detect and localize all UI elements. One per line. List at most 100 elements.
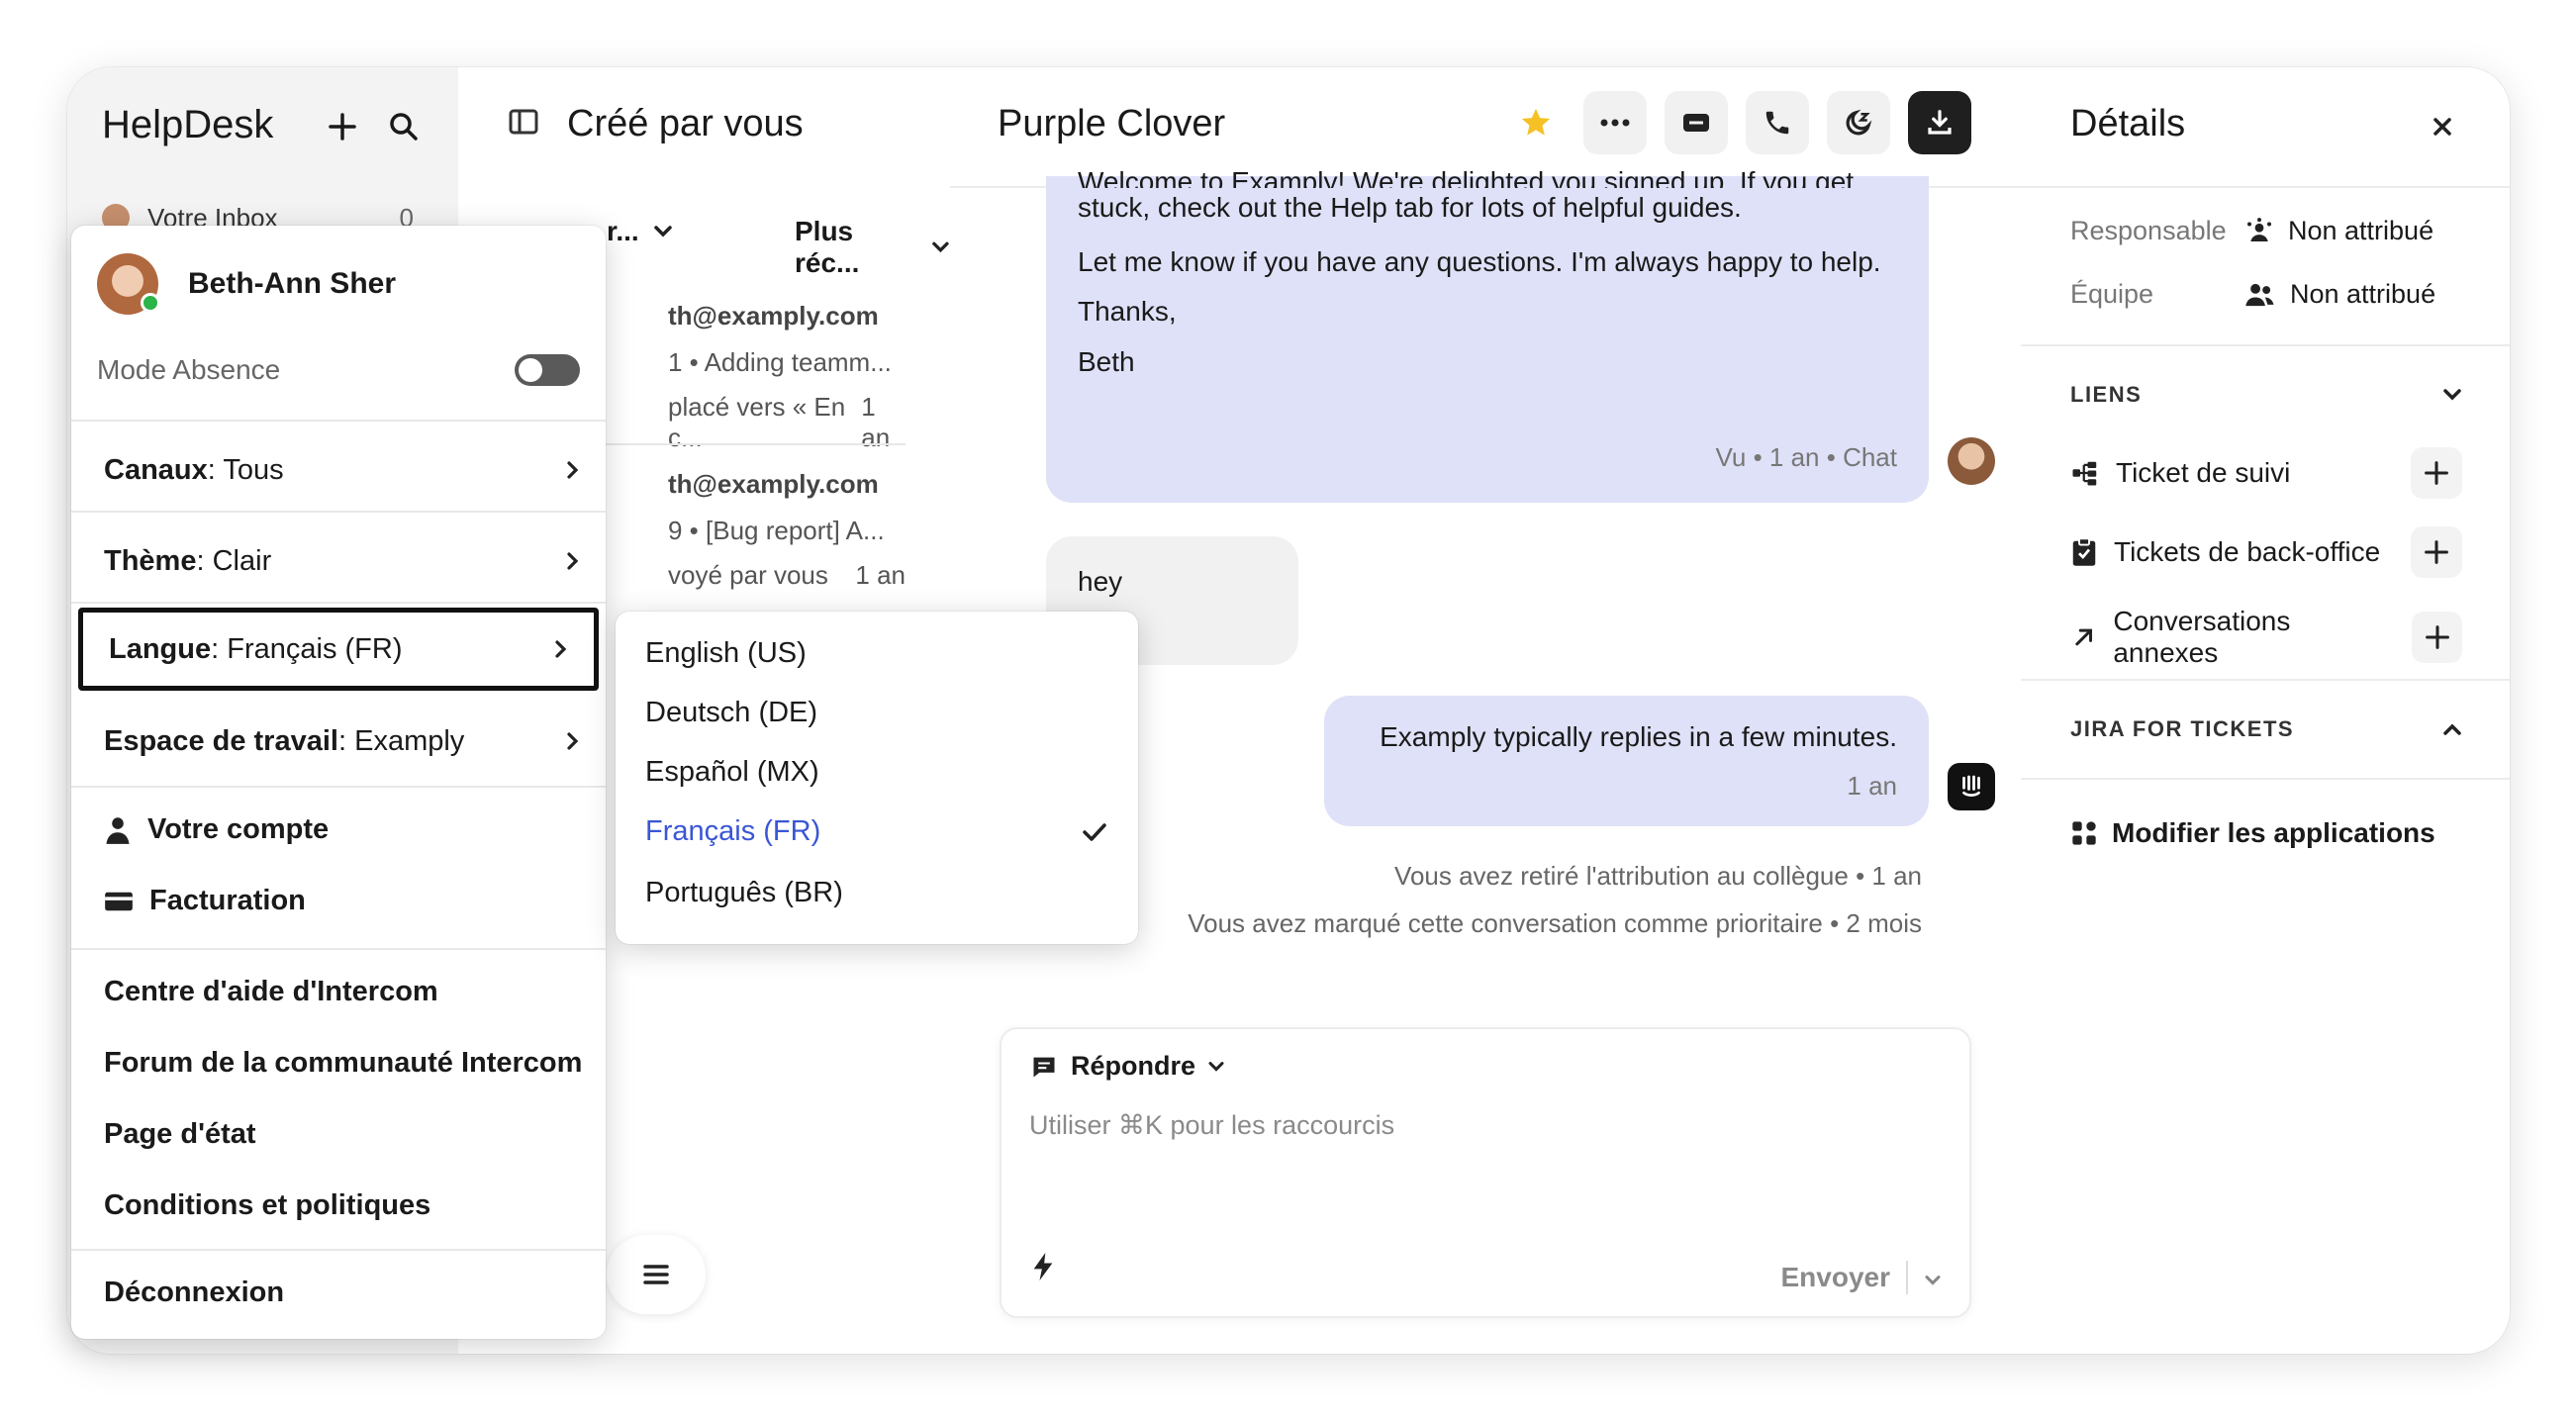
away-mode-label: Mode Absence — [97, 354, 281, 385]
message-text: Examply typically replies in a few minut… — [1380, 721, 1897, 752]
jira-section-header[interactable]: JIRA FOR TICKETS — [2070, 716, 2462, 742]
language-option-label: Español (MX) — [645, 756, 819, 788]
message-text: stuck, check out the Help tab for lots o… — [1078, 192, 1742, 223]
filter-sort[interactable]: Plus réc... — [795, 216, 950, 279]
language-option-en-us[interactable]: English (US) — [645, 637, 1108, 670]
jira-section-title: JIRA FOR TICKETS — [2070, 716, 2295, 741]
new-conversation-button[interactable] — [323, 107, 362, 146]
reply-composer: Répondre Utiliser ⌘K pour les raccourcis… — [1000, 1027, 1971, 1318]
assignee-row[interactable]: Responsable Non attribué — [2070, 216, 2480, 246]
online-status-dot — [141, 293, 160, 313]
checkmark-icon — [1083, 822, 1106, 841]
menu-item-community-forum[interactable]: Forum de la communauté Intercom — [104, 1047, 582, 1080]
intercom-logo-icon — [1962, 775, 1980, 797]
reply-mode-label: Répondre — [1071, 1051, 1196, 1081]
close-details-button[interactable] — [2423, 107, 2462, 146]
team-row[interactable]: Équipe Non attribué — [2070, 279, 2480, 310]
billing-label: Facturation — [149, 885, 306, 916]
message-outgoing-auto: Examply typically replies in a few minut… — [1324, 696, 1929, 826]
menu-item-language[interactable]: Langue: Français (FR) — [78, 608, 599, 691]
list-item-subject: 9 • [Bug report] A... — [668, 516, 885, 545]
menu-item-your-account[interactable]: Votre compte — [104, 813, 329, 846]
plus-icon — [2425, 540, 2448, 564]
close-conversation-button[interactable] — [1908, 91, 1971, 154]
message-text: Thanks, — [1078, 296, 1177, 328]
chevron-down-icon — [653, 226, 672, 237]
menu-item-channels[interactable]: Canaux: Tous — [104, 445, 580, 495]
chevron-right-icon — [555, 640, 567, 658]
your-account-label: Votre compte — [147, 813, 330, 845]
plus-icon — [2425, 625, 2449, 649]
credit-card-icon — [105, 892, 133, 910]
chevron-down-icon — [1208, 1061, 1224, 1072]
sidebar-toggle-button[interactable] — [508, 106, 539, 142]
more-options-button[interactable] — [1583, 91, 1647, 154]
agent-avatar — [1948, 437, 1995, 485]
composer-input[interactable]: Utiliser ⌘K pour les raccourcis — [1029, 1110, 1394, 1141]
send-button[interactable]: Envoyer — [1781, 1262, 1891, 1293]
call-button[interactable] — [1746, 91, 1809, 154]
menu-item-status-page[interactable]: Page d'état — [104, 1118, 256, 1151]
link-label: Conversations annexes — [2113, 606, 2291, 668]
menu-item-terms-policies[interactable]: Conditions et politiques — [104, 1189, 430, 1222]
menu-item-logout[interactable]: Déconnexion — [104, 1277, 284, 1309]
star-button[interactable] — [1506, 91, 1566, 154]
send-options-button[interactable] — [1924, 1262, 1942, 1293]
link-label: Ticket de suivi — [2116, 457, 2291, 488]
reply-mode-selector[interactable]: Répondre — [1029, 1051, 1225, 1082]
away-mode-toggle[interactable] — [515, 354, 580, 386]
add-back-office-ticket-button[interactable] — [2411, 526, 2462, 578]
list-item-subject: 1 • Adding teamm... — [668, 347, 892, 377]
clipboard-check-icon — [2072, 537, 2096, 566]
hamburger-icon — [643, 1265, 669, 1284]
language-submenu: English (US) Deutsch (DE) Español (MX) F… — [616, 612, 1138, 944]
chevron-right-icon — [567, 461, 579, 479]
divider — [71, 786, 606, 788]
menu-item-key: Thème — [104, 544, 197, 577]
arrow-up-right-icon — [2075, 628, 2093, 646]
list-item[interactable]: th@examply.com 9 • [Bug report] A... voy… — [668, 469, 906, 591]
details-title: Détails — [2070, 103, 2186, 144]
person-icon — [106, 816, 130, 844]
menu-item-workspace[interactable]: Espace de travail: Examply — [104, 716, 580, 766]
list-item-time: 1 an — [855, 560, 906, 590]
app-title: HelpDesk — [102, 103, 274, 146]
search-button[interactable] — [384, 107, 424, 146]
list-item[interactable]: th@examply.com 1 • Adding teamm... placé… — [668, 301, 906, 453]
language-option-fr-fr[interactable]: Français (FR) — [645, 815, 1108, 848]
details-panel: Détails Responsable Non attribué Équipe … — [2021, 67, 2510, 1354]
language-option-pt-br[interactable]: Português (BR) — [645, 877, 1108, 909]
snooze-button[interactable] — [1827, 91, 1890, 154]
message-meta: 1 an — [1847, 770, 1897, 801]
ticket-button[interactable] — [1665, 91, 1728, 154]
tracker-ticket-icon — [2072, 461, 2097, 486]
list-item-preview: voyé par vous — [668, 560, 828, 590]
message-text: hey — [1078, 566, 1123, 597]
assignee-label: Responsable — [2070, 216, 2227, 245]
add-tracker-ticket-button[interactable] — [2411, 447, 2462, 499]
language-option-label: Deutsch (DE) — [645, 697, 818, 728]
team-label: Équipe — [2070, 279, 2154, 309]
menu-item-theme[interactable]: Thème: Clair — [104, 536, 580, 586]
menu-item-value: Français (FR) — [227, 632, 403, 665]
filter-status[interactable]: r... — [607, 216, 673, 247]
language-option-es-mx[interactable]: Español (MX) — [645, 756, 1108, 789]
language-option-label: English (US) — [645, 637, 807, 669]
event-unassigned: Vous avez retiré l'attribution au collèg… — [1394, 861, 1922, 891]
user-profile: Beth-Ann Sher — [97, 253, 396, 315]
language-option-de-de[interactable]: Deutsch (DE) — [645, 697, 1108, 729]
plus-icon — [2425, 461, 2448, 485]
menu-item-help-center[interactable]: Centre d'aide d'Intercom — [104, 976, 438, 1008]
shortcuts-button[interactable] — [1029, 1250, 1057, 1288]
menu-item-billing[interactable]: Facturation — [104, 885, 306, 917]
add-side-conversation-button[interactable] — [2412, 612, 2463, 663]
sidebar-toggle-icon — [509, 109, 538, 135]
message-text: Beth — [1078, 345, 1135, 377]
message-partial-line: Welcome to Examply! We're delighted you … — [1078, 166, 1855, 188]
list-menu-button[interactable] — [607, 1235, 706, 1314]
divider — [71, 511, 606, 513]
language-option-label: Português (BR) — [645, 877, 843, 908]
links-section-header[interactable]: LIENS — [2070, 382, 2462, 408]
lightning-icon — [1033, 1253, 1053, 1280]
edit-apps-button[interactable]: Modifier les applications — [2070, 817, 2435, 849]
